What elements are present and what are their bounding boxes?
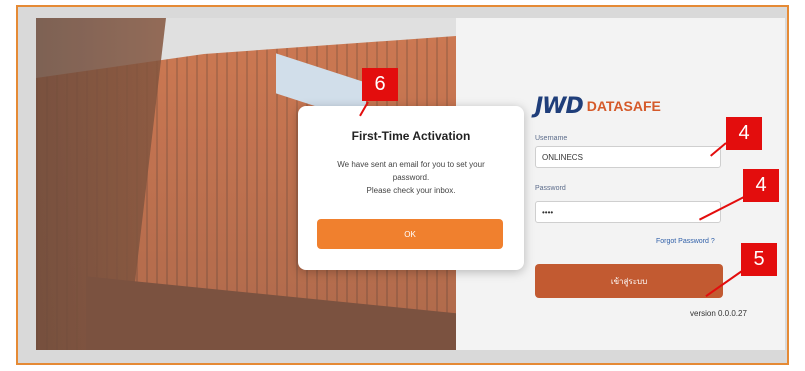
jwd-datasafe-logo: JWD DATASAFE	[535, 93, 675, 119]
forgot-password-link[interactable]: Forgot Password ?	[656, 238, 715, 245]
dialog-title: First-Time Activation	[351, 129, 471, 143]
callout-4b: 4	[743, 169, 779, 202]
logo-word: DATASAFE	[586, 98, 661, 114]
dialog-message-line-1: We have sent an email for you to set you…	[337, 160, 485, 169]
callout-6: 6	[362, 68, 398, 101]
ok-button[interactable]: OK	[317, 219, 503, 249]
dialog-message-line-2: password.	[392, 173, 430, 182]
first-time-activation-dialog: First-Time Activation We have sent an em…	[298, 106, 524, 270]
logo-mark: JWD	[535, 93, 584, 119]
version-label: version 0.0.0.27	[690, 309, 747, 318]
dialog-message-line-3: Please check your inbox.	[366, 186, 456, 195]
password-field[interactable]: ••••	[535, 201, 721, 223]
password-label: Password	[535, 185, 566, 192]
username-field[interactable]: ONLINECS	[535, 146, 721, 168]
callout-4a: 4	[726, 117, 762, 150]
username-label: Username	[535, 135, 568, 142]
callout-5: 5	[741, 243, 777, 276]
login-button[interactable]: เข้าสู่ระบบ	[535, 264, 723, 298]
dialog-message: We have sent an email for you to set you…	[316, 158, 506, 197]
